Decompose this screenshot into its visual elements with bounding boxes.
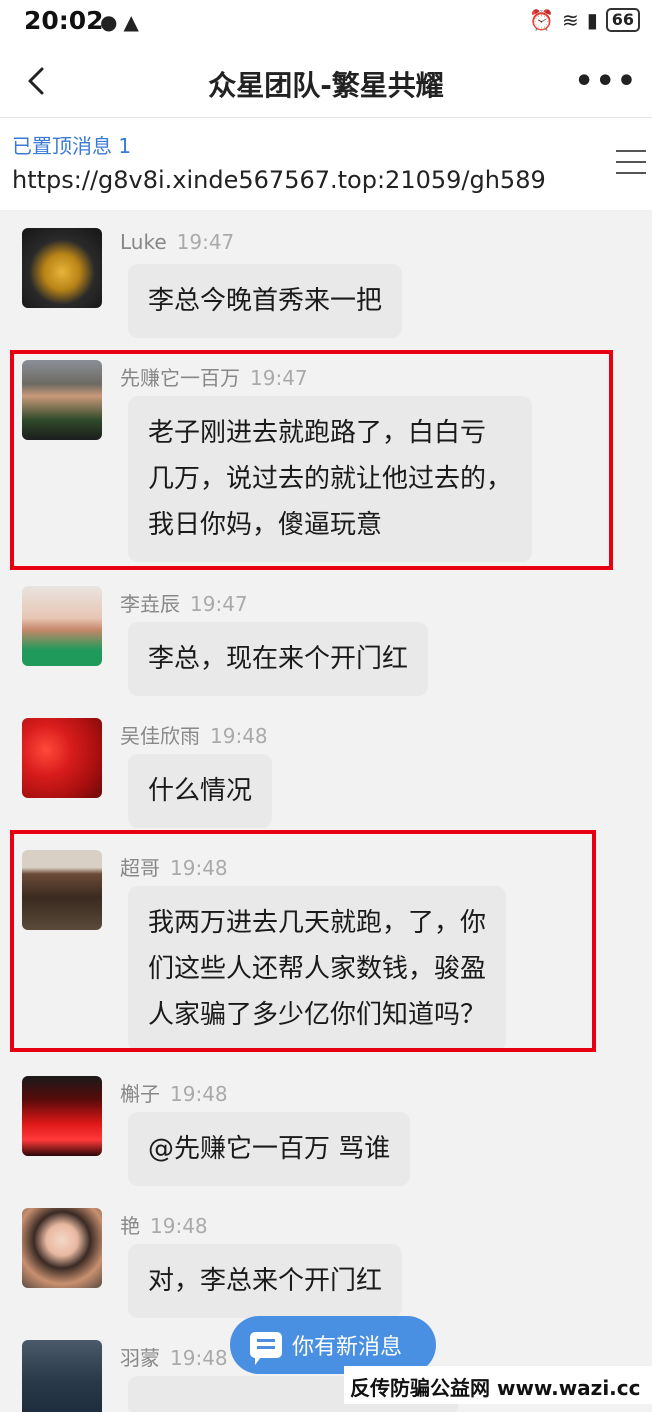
pinned-label: 已置顶消息 1 <box>12 134 132 158</box>
message-text: 对，李总来个开门红 <box>148 1266 383 1296</box>
message-bubble[interactable]: 李总，现在来个开门红 <box>128 622 429 696</box>
watermark: 反传防骗公益网 www.wazi.cc <box>344 1366 652 1404</box>
new-message-label: 你有新消息 <box>292 1335 403 1360</box>
sender-line: Luke 19:47 <box>120 230 234 254</box>
status-right: ⏰ ≋ ▮ 66 <box>529 8 640 32</box>
sender-line: 李垚辰 19:47 <box>120 588 248 617</box>
message-bubble[interactable]: @先赚它一百万 骂谁 <box>128 1112 411 1186</box>
message-text: 李总今晚首秀来一把 <box>148 286 383 316</box>
nav-bar: 众星团队-繁星共耀 ••• <box>0 46 652 118</box>
sender-name: 艳 <box>120 1214 140 1238</box>
message-text: @先赚它一百万 骂谁 <box>148 1134 391 1164</box>
notification-icons: ●▲ <box>100 10 145 34</box>
battery-indicator: 66 <box>605 8 640 32</box>
avatar[interactable] <box>22 1076 102 1156</box>
status-bar: 20:02 ●▲ ⏰ ≋ ▮ 66 <box>0 0 652 46</box>
chat-bubble-icon <box>250 1332 282 1365</box>
signal-icon: ▮ <box>586 8 598 32</box>
avatar[interactable] <box>22 586 102 666</box>
message-bubble[interactable]: 什么情况 <box>128 754 273 828</box>
message-bubble[interactable]: 李总今晚首秀来一把 <box>128 264 403 338</box>
sender-name: 吴佳欣雨 <box>120 724 200 748</box>
pinned-link[interactable]: https://g8v8i.xinde567567.top:21059/gh58… <box>12 166 546 194</box>
message-bubble[interactable]: 对，李总来个开门红 <box>128 1244 403 1318</box>
status-time: 20:02 <box>24 6 104 35</box>
message-text: 李总，现在来个开门红 <box>148 644 409 674</box>
avatar[interactable] <box>22 1208 102 1288</box>
message-time: 19:48 <box>170 1346 228 1370</box>
wifi-icon: ≋ <box>561 8 579 32</box>
sender-name: 李垚辰 <box>120 592 180 616</box>
sender-line: 槲子 19:48 <box>120 1078 228 1107</box>
menu-icon[interactable] <box>616 150 646 180</box>
sender-name: Luke <box>120 230 167 254</box>
avatar[interactable] <box>22 1340 102 1412</box>
more-options-icon[interactable]: ••• <box>574 64 638 99</box>
chat-title: 众星团队-繁星共耀 <box>208 69 444 102</box>
avatar[interactable] <box>22 228 102 308</box>
chat-list[interactable]: Luke 19:47 李总今晚首秀来一把 先赚它一百万 19:47 老子刚进去就跑路… <box>0 210 652 1412</box>
avatar[interactable] <box>22 718 102 798</box>
highlight-box <box>10 350 613 570</box>
sender-name: 槲子 <box>120 1082 160 1106</box>
message-time: 19:47 <box>190 592 248 616</box>
qq-icon: ▲ <box>123 10 145 34</box>
message-text: 什么情况 <box>148 776 253 806</box>
message-time: 19:47 <box>176 230 235 254</box>
sender-name: 羽蒙 <box>120 1346 160 1370</box>
message-time: 19:48 <box>150 1214 208 1238</box>
alarm-icon: ⏰ <box>529 8 554 32</box>
message-time: 19:48 <box>210 724 268 748</box>
pinned-message-bar[interactable]: 已置顶消息 1 https://g8v8i.xinde567567.top:21… <box>0 118 652 210</box>
sender-line: 吴佳欣雨 19:48 <box>120 720 268 749</box>
message-time: 19:48 <box>170 1082 228 1106</box>
wechat-icon: ● <box>100 10 124 34</box>
sender-line: 羽蒙 19:48 <box>120 1342 228 1371</box>
highlight-box <box>10 830 596 1052</box>
sender-line: 艳 19:48 <box>120 1210 208 1239</box>
